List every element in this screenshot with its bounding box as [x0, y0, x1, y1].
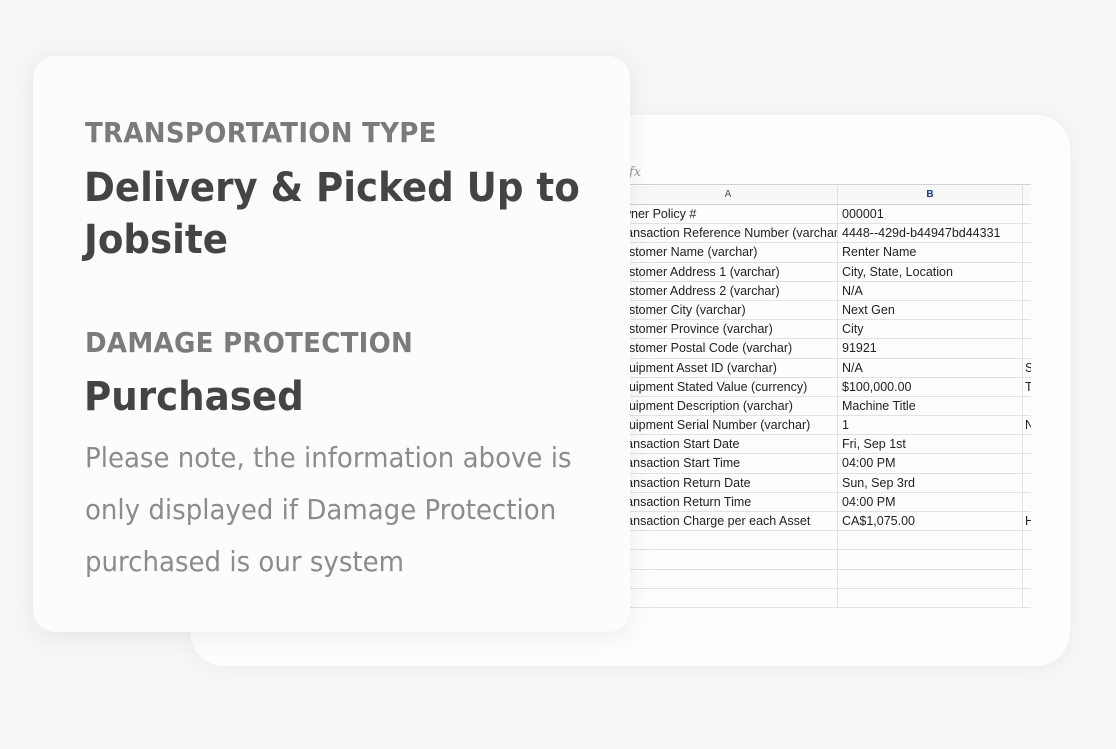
cell-c[interactable]: [1023, 243, 1031, 261]
transportation-type-value: Delivery & Picked Up to Jobsite: [84, 165, 580, 263]
cell-c[interactable]: [1023, 454, 1031, 472]
table-row: ransaction Start Time 04:00 PM: [619, 454, 1031, 474]
cell-b[interactable]: 91921: [838, 339, 1023, 358]
cell-b[interactable]: [838, 588, 1023, 607]
cell-b[interactable]: CA$1,075.00: [838, 512, 1023, 531]
disclaimer-note: Please note, the information above is on…: [85, 441, 572, 578]
column-header-a[interactable]: A: [619, 186, 838, 204]
cell-b[interactable]: Machine Title: [838, 396, 1023, 416]
cell-b[interactable]: Sun, Sep 3rd: [838, 473, 1023, 492]
cell-a[interactable]: ustomer Province (varchar): [619, 320, 838, 339]
cell-a[interactable]: ustomer Address 2 (varchar): [619, 281, 838, 300]
cell-c[interactable]: [1023, 282, 1031, 300]
table-row: quipment Serial Number (varchar) 1 N: [619, 416, 1031, 436]
cell-c[interactable]: N: [1023, 416, 1031, 434]
table-row: ustomer Address 1 (varchar) City, State, …: [619, 262, 1031, 282]
table-row: [619, 588, 1031, 608]
cell-c[interactable]: [1023, 531, 1031, 549]
cell-c[interactable]: [1023, 339, 1031, 357]
cell-a[interactable]: quipment Stated Value (currency): [619, 377, 838, 396]
cell-c[interactable]: [1023, 435, 1031, 453]
cell-a[interactable]: ustomer Name (varchar): [619, 243, 838, 262]
cell-a[interactable]: wner Policy #: [619, 205, 838, 224]
cell-c[interactable]: [1023, 474, 1031, 492]
table-row: ustomer Postal Code (varchar) 91921: [619, 339, 1031, 359]
cell-b[interactable]: Renter Name: [838, 243, 1023, 262]
cell-a[interactable]: quipment Description (varchar): [619, 396, 838, 416]
cell-b[interactable]: 1: [838, 416, 1023, 435]
table-row: ransaction Return Time 04:00 PM: [619, 492, 1031, 512]
formula-bar-border: [610, 184, 1031, 185]
column-header-b[interactable]: B: [838, 186, 1023, 204]
cell-a[interactable]: ransaction Return Date: [619, 473, 838, 492]
table-row: ustomer City (varchar) Next Gen: [619, 300, 1031, 321]
cell-b[interactable]: N/A: [838, 358, 1023, 377]
table-row: [619, 531, 1031, 551]
table-row: ransaction Charge per each Asset CA$1,075…: [619, 512, 1031, 532]
table-row: ustomer Address 2 (varchar) N/A: [619, 281, 1031, 301]
cell-a[interactable]: ransaction Reference Number (varchar: [619, 224, 838, 243]
cell-c[interactable]: [1023, 224, 1031, 242]
cell-b[interactable]: [838, 569, 1023, 588]
cell-c[interactable]: T: [1023, 378, 1031, 396]
transportation-type-label: TRANSPORTATION TYPE: [85, 116, 437, 149]
cell-c[interactable]: [1023, 263, 1031, 281]
cell-a[interactable]: ustomer Postal Code (varchar): [619, 339, 838, 358]
cell-a[interactable]: ransaction Return Time: [619, 492, 838, 511]
column-header-row: A B: [619, 186, 1031, 205]
cell-b[interactable]: [838, 531, 1023, 550]
damage-protection-value: Purchased: [84, 374, 304, 420]
table-row: ransaction Return Date Sun, Sep 3rd: [619, 473, 1031, 493]
cell-a[interactable]: [619, 569, 838, 588]
cell-b[interactable]: 04:00 PM: [838, 454, 1023, 473]
cell-a[interactable]: ransaction Start Date: [619, 435, 838, 454]
info-card: TRANSPORTATION TYPE Delivery & Picked Up…: [33, 56, 630, 632]
cell-c[interactable]: [1023, 493, 1031, 511]
cell-a[interactable]: ustomer Address 1 (varchar): [619, 262, 838, 281]
table-row: [619, 569, 1031, 589]
cell-c[interactable]: [1023, 301, 1031, 319]
cell-b[interactable]: City: [838, 320, 1023, 339]
cell-b[interactable]: 04:00 PM: [838, 492, 1023, 511]
spreadsheet-grid: A B wner Policy #000001 ransaction Refere…: [619, 186, 1031, 608]
cell-a[interactable]: ustomer City (varchar): [619, 300, 838, 320]
cell-b[interactable]: 000001: [838, 205, 1023, 224]
cell-c[interactable]: [1023, 589, 1031, 607]
cell-b[interactable]: Fri, Sep 1st: [838, 435, 1023, 454]
cell-a[interactable]: [619, 588, 838, 607]
cell-c[interactable]: [1023, 205, 1031, 223]
table-row: [619, 550, 1031, 570]
cell-c[interactable]: S: [1023, 359, 1031, 377]
cell-a[interactable]: quipment Asset ID (varchar): [619, 358, 838, 377]
table-row: wner Policy #000001: [619, 205, 1031, 225]
cell-a[interactable]: [619, 531, 838, 550]
table-row: quipment Asset ID (varchar) N/A S: [619, 358, 1031, 378]
cell-a[interactable]: quipment Serial Number (varchar): [619, 416, 838, 435]
cell-b[interactable]: N/A: [838, 281, 1023, 300]
cell-a[interactable]: ransaction Charge per each Asset: [619, 512, 838, 531]
cell-c[interactable]: [1023, 397, 1031, 415]
cell-c[interactable]: [1023, 570, 1031, 588]
cell-b[interactable]: $100,000.00: [838, 377, 1023, 396]
table-row: ustomer Name (varchar) Renter Name: [619, 243, 1031, 263]
cell-c[interactable]: H: [1023, 512, 1031, 530]
cell-b[interactable]: 4448--429d-b44947bd44331: [838, 224, 1023, 243]
cell-a[interactable]: [619, 550, 838, 569]
fx-icon: fx: [629, 164, 642, 180]
table-row: quipment Description (varchar) Machine Ti…: [619, 396, 1031, 417]
table-row: ustomer Province (varchar) City: [619, 320, 1031, 340]
table-row: quipment Stated Value (currency) $100,000…: [619, 377, 1031, 397]
table-row: ransaction Reference Number (varchar 4448…: [619, 224, 1031, 244]
cell-c[interactable]: [1023, 320, 1031, 338]
table-row: ransaction Start Date Fri, Sep 1st: [619, 435, 1031, 455]
cell-c[interactable]: [1023, 550, 1031, 568]
cell-b[interactable]: City, State, Location: [838, 262, 1023, 281]
damage-protection-label: DAMAGE PROTECTION: [85, 326, 414, 359]
cell-b[interactable]: Next Gen: [838, 300, 1023, 320]
cell-a[interactable]: ransaction Start Time: [619, 454, 838, 473]
column-header-c[interactable]: [1023, 186, 1031, 204]
cell-b[interactable]: [838, 550, 1023, 569]
